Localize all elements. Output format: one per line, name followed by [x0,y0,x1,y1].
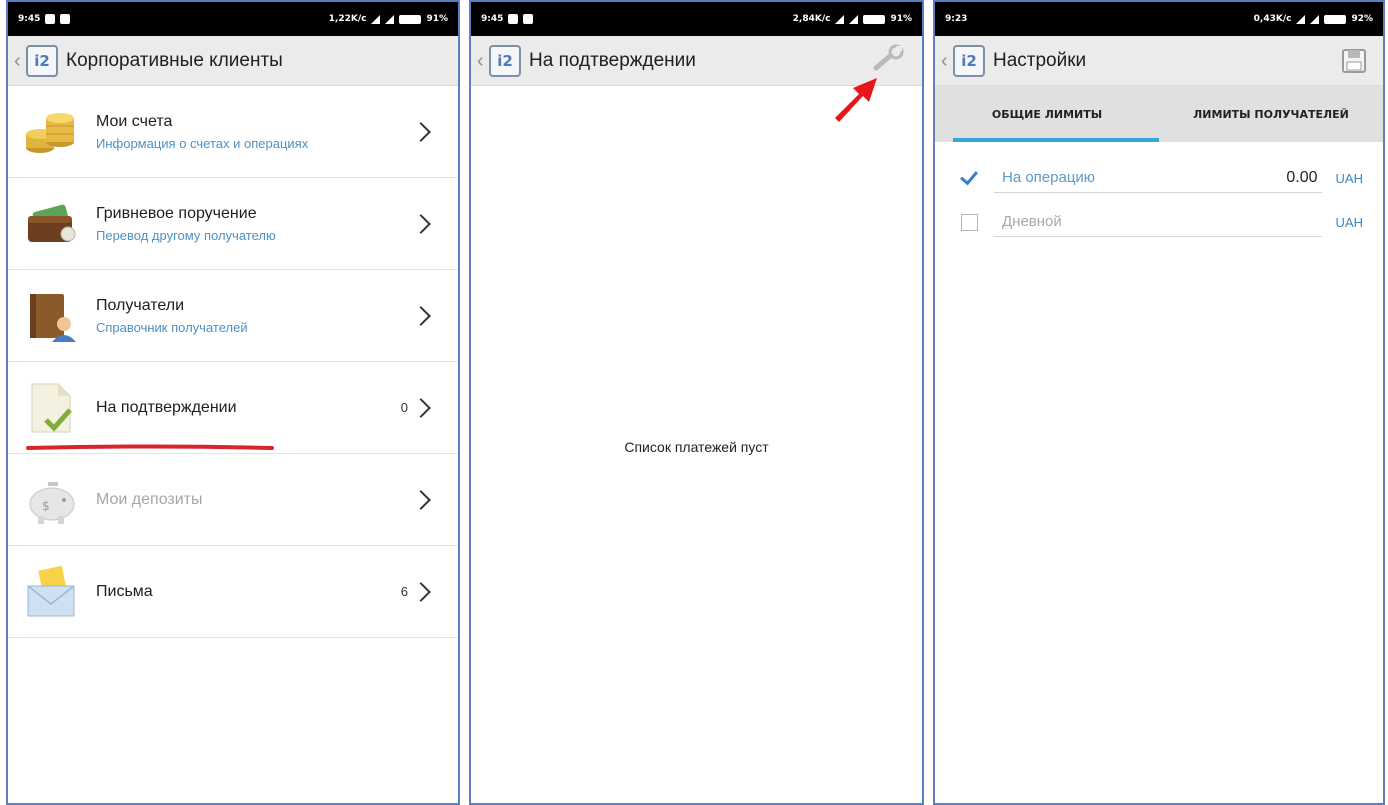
currency-label: UAH [1335,214,1363,230]
envelope-icon [24,564,80,620]
back-chevron-icon[interactable]: ‹ [941,51,951,71]
notification-icon [60,14,71,24]
menu-item-subtitle: Перевод другому получателю [96,227,276,243]
limit-row-per-operation: На операцию 0.00 UAH [935,158,1383,198]
signal-icon [385,14,395,24]
phone-screen-corporate-clients: 9:45 1,22K/c 91% ‹ i2 Корпоративные клие… [6,0,460,805]
chevron-right-icon [411,581,431,602]
menu-item-my-deposits[interactable]: $ Мои депозиты [8,454,458,546]
menu-item-title: Гривневое поручение [96,204,257,222]
battery-level: 91% [890,14,912,24]
action-bar: ‹ i2 Настройки [935,36,1383,86]
count-badge: 6 [400,584,408,599]
menu-item-subtitle: Справочник получателей [96,319,248,335]
battery-icon [399,14,422,24]
tab-general-limits[interactable]: ОБЩИЕ ЛИМИТЫ [935,86,1159,142]
svg-text:$: $ [42,499,50,513]
piggy-bank-icon: $ [24,472,80,528]
menu-item-subtitle: Информация о счетах и операциях [96,135,309,151]
app-logo-icon[interactable]: i2 [953,44,985,77]
status-bar: 9:45 1,22K/c 91% [8,2,458,36]
address-book-icon [24,288,80,344]
signal-icon [1296,14,1306,24]
menu-item-letters[interactable]: Письма 6 [8,546,458,638]
currency-label: UAH [1335,170,1363,186]
signal-icon [835,14,845,24]
signal-icon [849,14,859,24]
battery-level: 91% [426,14,448,24]
chevron-right-icon [411,305,431,326]
tab-bar: ОБЩИЕ ЛИМИТЫ ЛИМИТЫ ПОЛУЧАТЕЛЕЙ [935,86,1383,142]
menu-item-title: Получатели [96,296,185,314]
network-speed: 1,22K/c [328,14,367,24]
menu-item-title: Письма [96,582,153,600]
status-time: 9:23 [945,14,968,24]
battery-icon [1324,14,1347,24]
status-time: 9:45 [18,14,41,24]
limit-value: 0.00 [1286,168,1318,186]
signal-icon [371,14,381,24]
network-speed: 0,43K/c [1253,14,1292,24]
page-title: Корпоративные клиенты [66,49,283,71]
phone-screen-pending-confirmation: 9:45 2,84K/c 91% ‹ i2 На подтверждении С… [469,0,924,805]
chevron-right-icon [411,213,431,234]
notification-icon [523,14,534,24]
signal-icon [1310,14,1320,24]
action-bar: ‹ i2 Корпоративные клиенты [8,36,458,86]
page-title: Настройки [993,49,1087,71]
limit-row-daily: Дневной UAH [935,202,1383,242]
menu-item-title: Мои депозиты [96,490,203,508]
notification-icon [45,14,56,24]
notification-icon [508,14,519,24]
app-logo-icon[interactable]: i2 [26,44,58,77]
red-underline-highlight [26,444,274,450]
count-badge: 0 [400,400,408,415]
page-title: На подтверждении [529,49,696,71]
app-logo-icon[interactable]: i2 [489,44,521,77]
limit-checkbox[interactable] [961,169,978,187]
status-time: 9:45 [481,14,504,24]
menu-item-title: На подтверждении [96,398,237,416]
menu-item-my-accounts[interactable]: Мои счета Информация о счетах и операция… [8,86,458,178]
phone-screen-settings: 9:23 0,43K/c 92% ‹ i2 Настройки ОБЩИЕ ЛИ… [933,0,1385,805]
network-speed: 2,84K/c [792,14,831,24]
limit-label: На операцию [1002,169,1096,186]
menu-item-recipients[interactable]: Получатели Справочник получателей [8,270,458,362]
document-check-icon [24,380,80,436]
chevron-right-icon [411,397,431,418]
status-bar: 9:45 2,84K/c 91% [471,2,922,36]
tab-recipient-limits[interactable]: ЛИМИТЫ ПОЛУЧАТЕЛЕЙ [1159,86,1383,142]
limit-checkbox[interactable] [961,213,978,231]
menu-item-title: Мои счета [96,112,173,130]
limit-label: Дневной [1002,213,1062,230]
chevron-right-icon [411,121,431,142]
wallet-icon [24,196,80,252]
back-chevron-icon[interactable]: ‹ [14,51,24,71]
status-bar: 9:23 0,43K/c 92% [935,2,1383,36]
limit-input-field[interactable]: Дневной [994,207,1322,237]
back-chevron-icon[interactable]: ‹ [477,51,487,71]
coins-icon [24,104,80,160]
save-icon[interactable] [1341,48,1367,79]
menu-item-pending-confirmation[interactable]: На подтверждении 0 [8,362,458,454]
limit-input-field[interactable]: На операцию 0.00 [994,163,1322,193]
empty-list-message: Список платежей пуст [624,439,769,455]
menu-item-hryvnia-order[interactable]: Гривневое поручение Перевод другому полу… [8,178,458,270]
red-arrow-pointer [835,78,877,122]
chevron-right-icon [411,489,431,510]
battery-icon [863,14,886,24]
battery-level: 92% [1351,14,1373,24]
